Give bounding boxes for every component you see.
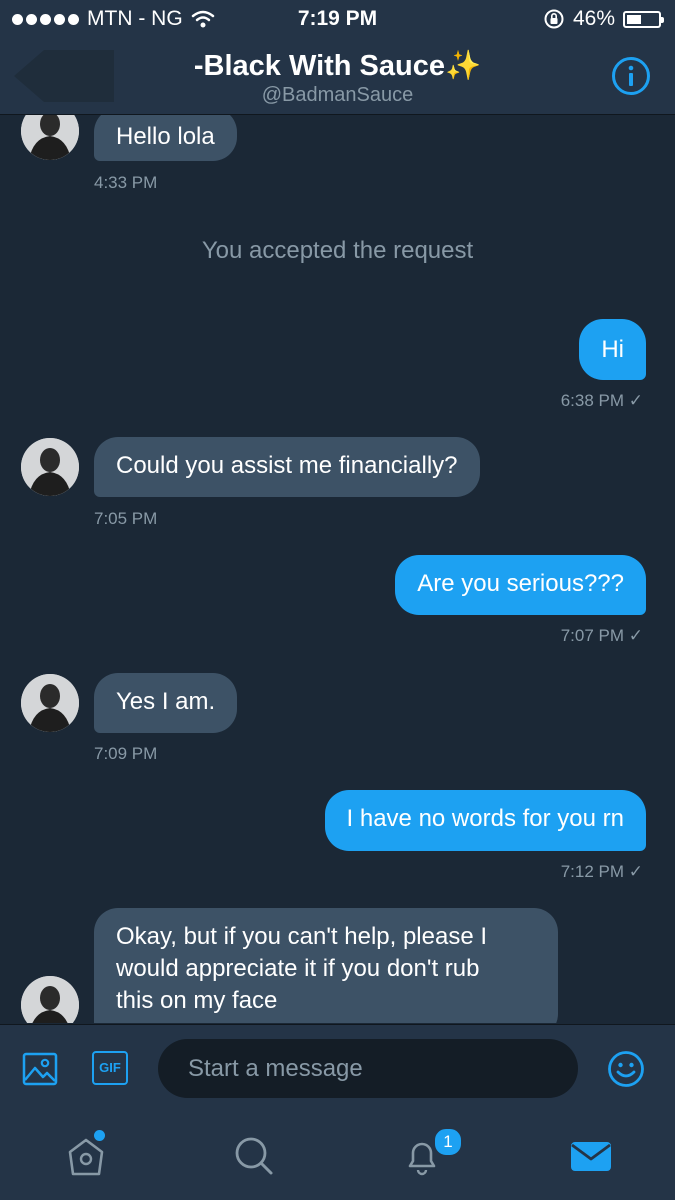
message-text: I have no words for you rn	[346, 805, 624, 832]
message-text-line: Okay, but if you can't help, please I	[116, 923, 488, 950]
message-text: Yes I am.	[116, 688, 216, 715]
conversation-handle: @BadmanSauce	[261, 84, 414, 106]
message-timestamp: 7:09 PM	[94, 744, 158, 763]
outgoing-message[interactable]: Hi	[579, 319, 646, 380]
message-text: Hi	[601, 336, 624, 363]
status-bar: MTN - NG 7:19 PM 46%	[0, 0, 675, 38]
notifications-badge: 1	[433, 1127, 463, 1157]
incoming-message[interactable]: Yes I am.	[94, 673, 238, 733]
sender-avatar[interactable]	[21, 674, 79, 732]
messages-envelope-icon[interactable]	[567, 1132, 615, 1180]
message-timestamp: 7:07 PM ✓	[560, 626, 643, 645]
message-timestamp: 6:38 PM ✓	[560, 391, 643, 410]
message-timestamp: 7:12 PM ✓	[560, 862, 643, 881]
rotation-lock-icon	[544, 9, 564, 29]
message-timestamp: 4:33 PM	[94, 173, 158, 192]
message-text: Hello lola	[116, 123, 215, 150]
sender-avatar[interactable]	[21, 976, 79, 1023]
emoji-icon[interactable]	[607, 1050, 645, 1088]
message-timestamp: 7:05 PM	[94, 509, 158, 528]
system-notice: You accepted the request	[201, 237, 474, 264]
gif-button[interactable]: GIF	[92, 1051, 128, 1085]
sender-avatar[interactable]	[21, 115, 79, 160]
message-list[interactable]: Hello lola 4:33 PM You accepted the requ…	[0, 115, 675, 1023]
conversation-title: -Black With Sauce✨	[193, 50, 482, 82]
conversation-header: -Black With Sauce✨ @BadmanSauce	[0, 38, 675, 115]
incoming-message[interactable]: Could you assist me financially?	[94, 437, 480, 497]
battery-icon	[623, 10, 664, 28]
message-text-line: this on my face	[116, 987, 278, 1014]
message-composer: GIF	[0, 1024, 675, 1115]
battery-percent: 46%	[572, 7, 615, 30]
message-text: Could you assist me financially?	[116, 452, 458, 479]
sender-avatar[interactable]	[21, 438, 79, 496]
search-icon[interactable]	[230, 1132, 278, 1180]
message-input[interactable]	[158, 1039, 578, 1098]
image-icon[interactable]	[22, 1051, 58, 1087]
tab-bar: 1	[0, 1114, 675, 1200]
info-icon[interactable]	[611, 56, 651, 96]
outgoing-message[interactable]: I have no words for you rn	[324, 790, 646, 851]
outgoing-message[interactable]: Are you serious???	[395, 555, 646, 615]
status-right: 46%	[543, 7, 664, 31]
incoming-message[interactable]: Okay, but if you can't help, please I wo…	[94, 908, 558, 1023]
message-text: Are you serious???	[417, 570, 624, 597]
message-text-line: would appreciate it if you don't rub	[116, 955, 480, 982]
home-notification-dot	[94, 1130, 105, 1141]
incoming-message[interactable]: Hello lola	[94, 115, 237, 161]
